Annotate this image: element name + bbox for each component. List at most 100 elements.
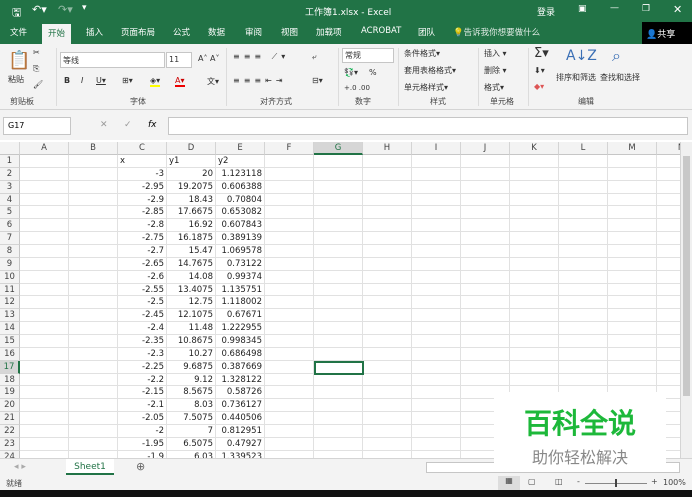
tab-team[interactable]: 团队 xyxy=(418,26,435,38)
cell[interactable] xyxy=(314,347,363,361)
cell[interactable] xyxy=(412,167,461,181)
cell[interactable] xyxy=(657,309,680,323)
cell[interactable] xyxy=(20,245,69,258)
cell[interactable] xyxy=(20,167,69,181)
cell[interactable]: 11.48 xyxy=(167,322,216,336)
cell[interactable] xyxy=(510,335,559,348)
cell[interactable]: 1.222955 xyxy=(216,322,265,336)
cell[interactable] xyxy=(363,360,412,374)
cell[interactable]: 20 xyxy=(167,167,216,181)
cell[interactable] xyxy=(265,437,314,451)
row-header[interactable]: 15 xyxy=(0,335,20,348)
cell[interactable]: -2.3 xyxy=(118,347,167,361)
cell[interactable]: 0.99374 xyxy=(216,270,265,284)
cell[interactable] xyxy=(657,374,680,387)
cell[interactable] xyxy=(510,180,559,194)
zoom-slider-handle[interactable] xyxy=(615,479,617,487)
column-label-cell[interactable]: x xyxy=(118,155,167,168)
cell[interactable] xyxy=(657,194,680,207)
paste-button[interactable]: 粘贴 xyxy=(8,74,24,85)
cell[interactable] xyxy=(657,206,680,220)
cell[interactable] xyxy=(412,347,461,361)
cell[interactable] xyxy=(608,360,657,374)
row-header[interactable]: 2 xyxy=(0,167,20,181)
merge-center-icon[interactable]: ⊟▾ xyxy=(312,76,323,85)
insert-cells-button[interactable]: 插入 ▾ xyxy=(484,48,507,59)
bold-button[interactable]: B xyxy=(64,76,70,85)
cell[interactable] xyxy=(559,360,608,374)
cell[interactable] xyxy=(265,309,314,323)
cell[interactable] xyxy=(461,360,510,374)
cell[interactable] xyxy=(412,437,461,451)
row-header[interactable]: 11 xyxy=(0,283,20,297)
cell[interactable]: -2.45 xyxy=(118,309,167,323)
redo-icon[interactable]: ↷▾ xyxy=(58,3,73,16)
column-header-n[interactable]: N xyxy=(657,142,680,155)
cell[interactable] xyxy=(69,437,118,451)
cell[interactable]: 7.5075 xyxy=(167,412,216,426)
cell[interactable] xyxy=(363,450,412,458)
cell[interactable]: 16.92 xyxy=(167,219,216,233)
row-header[interactable]: 16 xyxy=(0,347,20,361)
cell[interactable] xyxy=(69,283,118,297)
tab-addins[interactable]: 加载项 xyxy=(316,26,342,38)
cell[interactable]: 16.1875 xyxy=(167,232,216,246)
cell[interactable] xyxy=(69,360,118,374)
row-header[interactable]: 4 xyxy=(0,193,20,207)
row-header[interactable]: 7 xyxy=(0,232,20,246)
cell[interactable] xyxy=(608,206,657,220)
row-header[interactable]: 12 xyxy=(0,296,20,310)
column-header-l[interactable]: L xyxy=(559,142,608,155)
number-format-select[interactable]: 常规 xyxy=(342,48,394,63)
cell[interactable]: 0.736127 xyxy=(216,399,265,413)
cell[interactable] xyxy=(608,335,657,348)
formula-input[interactable] xyxy=(168,117,688,135)
cell[interactable] xyxy=(412,296,461,310)
cell[interactable] xyxy=(412,450,461,458)
column-header-i[interactable]: I xyxy=(412,142,461,155)
cell[interactable] xyxy=(265,257,314,271)
column-header-e[interactable]: E xyxy=(216,142,265,155)
cell[interactable] xyxy=(363,399,412,413)
cell[interactable] xyxy=(510,155,559,168)
cell[interactable] xyxy=(559,206,608,220)
cell[interactable]: 1.339523 xyxy=(216,450,265,458)
format-as-table-button[interactable]: 套用表格格式▾ xyxy=(404,65,456,76)
row-header[interactable]: 13 xyxy=(0,309,20,323)
cell[interactable] xyxy=(20,155,69,168)
cell[interactable] xyxy=(314,322,363,336)
row-header[interactable]: 18 xyxy=(0,373,20,387)
cell[interactable]: 9.6875 xyxy=(167,360,216,374)
cell[interactable] xyxy=(412,232,461,246)
cell[interactable] xyxy=(265,322,314,336)
cell[interactable] xyxy=(20,309,69,323)
cell[interactable]: 10.8675 xyxy=(167,335,216,348)
cell[interactable]: 0.387669 xyxy=(216,360,265,374)
row-header[interactable]: 3 xyxy=(0,180,20,194)
cell[interactable] xyxy=(363,309,412,323)
format-painter-icon[interactable]: 🖌 xyxy=(33,80,43,89)
cell[interactable] xyxy=(265,347,314,361)
normal-view-icon[interactable]: ▦ xyxy=(498,476,520,490)
cell[interactable] xyxy=(608,193,657,207)
cell[interactable]: 0.607843 xyxy=(216,219,265,233)
page-layout-view-icon[interactable]: ▢ xyxy=(528,477,536,486)
cell[interactable] xyxy=(608,373,657,387)
cell[interactable]: 1.069578 xyxy=(216,245,265,258)
cell[interactable] xyxy=(363,219,412,233)
scroll-thumb[interactable] xyxy=(683,156,690,396)
accounting-icon[interactable]: 💱▾ xyxy=(344,68,358,77)
cell[interactable] xyxy=(559,193,608,207)
cell[interactable] xyxy=(20,180,69,194)
cell[interactable] xyxy=(363,193,412,207)
customize-toolbar-icon[interactable]: ▾ xyxy=(82,3,87,13)
cell[interactable] xyxy=(412,386,461,400)
cell[interactable] xyxy=(20,219,69,233)
row-header[interactable]: 9 xyxy=(0,257,20,271)
cell[interactable] xyxy=(461,373,510,387)
cell[interactable] xyxy=(69,219,118,233)
cell[interactable] xyxy=(461,206,510,220)
cell[interactable] xyxy=(559,155,608,168)
cell[interactable] xyxy=(657,168,680,181)
cell[interactable] xyxy=(363,245,412,258)
